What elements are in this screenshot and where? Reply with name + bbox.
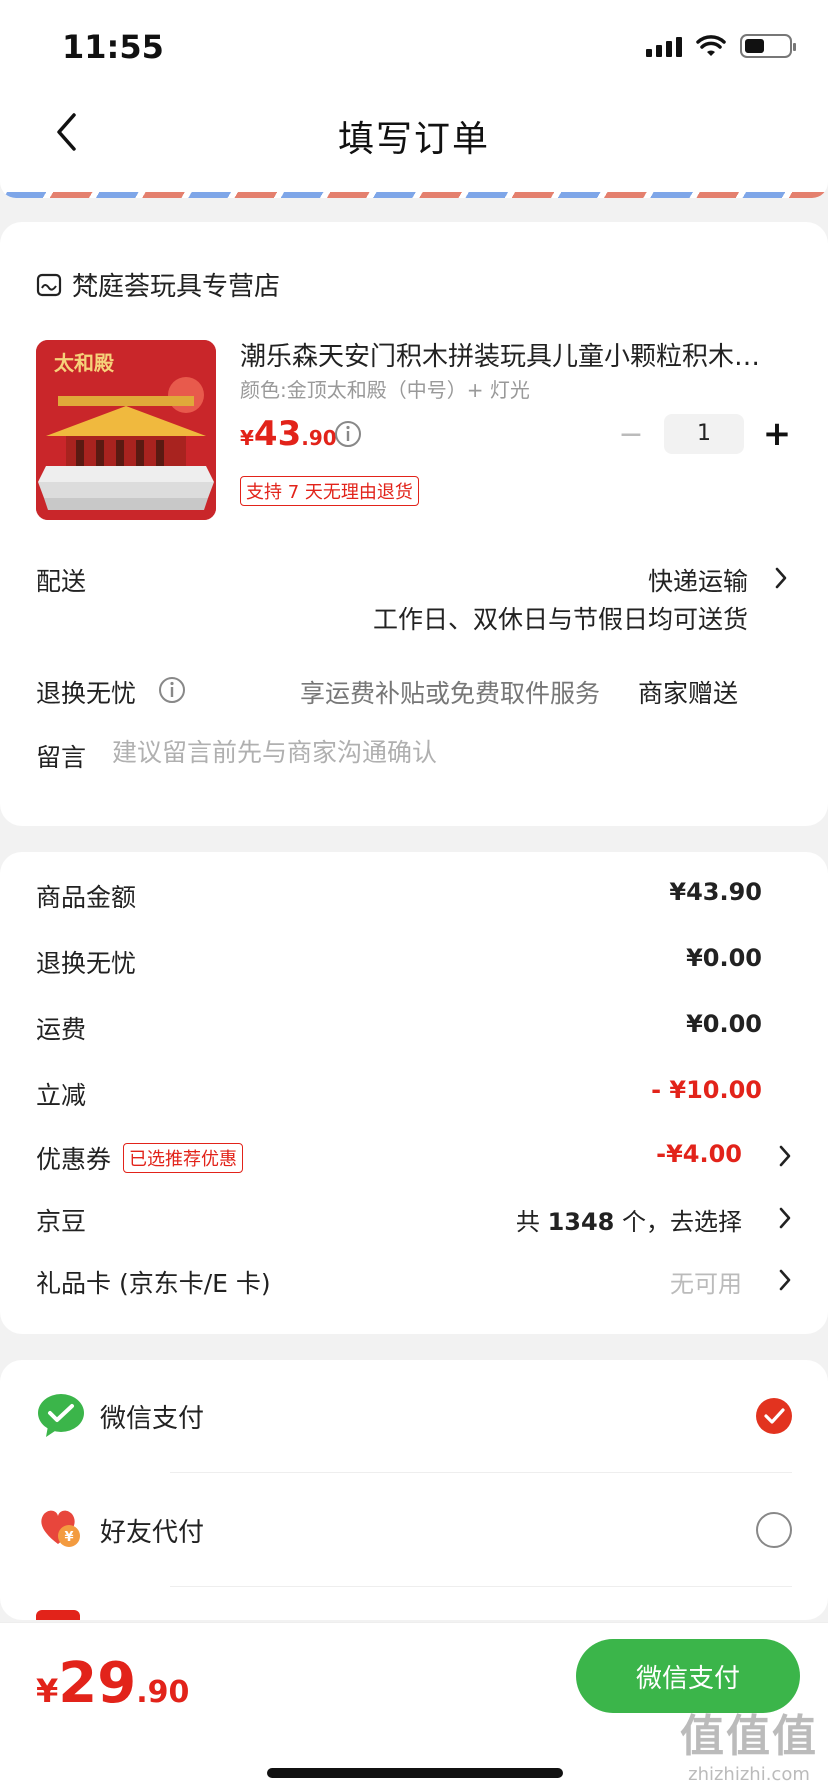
- price-int: 43: [253, 414, 302, 454]
- amount-row-shipping: 运费 ¥0.00: [36, 1010, 792, 1050]
- page-title: 填写订单: [337, 119, 490, 160]
- watermark-sub: zhizhizhi.com: [688, 1764, 810, 1785]
- amount-label: 京豆: [36, 1207, 87, 1236]
- status-time: 11:55: [62, 28, 164, 66]
- divider: [170, 1586, 792, 1587]
- product-price: ¥43.90: [240, 414, 337, 454]
- nav-bar: 填写订单: [0, 92, 828, 182]
- divider: [170, 1472, 792, 1473]
- order-item-card: 梵庭荟玩具专营店 太和殿 潮乐森天安门积木拼装玩具儿童小颗粒积木… 颜色:金顶太…: [0, 222, 828, 826]
- delivery-note: 工作日、双休日与节假日均可送货: [372, 605, 748, 634]
- return-policy-badge: 支持 7 天无理由退货: [240, 476, 419, 506]
- payment-option-friend[interactable]: ¥ 好友代付: [36, 1500, 792, 1560]
- radio-unselected-icon[interactable]: [756, 1512, 792, 1548]
- delivery-chevron-icon[interactable]: [774, 566, 788, 590]
- amount-row-coupon[interactable]: 优惠券 已选推荐优惠 -¥4.00: [36, 1140, 792, 1180]
- amount-value: 共 1348 个，去选择: [516, 1202, 742, 1237]
- product-image[interactable]: 太和殿: [36, 340, 216, 520]
- payment-option-name: 微信支付: [100, 1404, 205, 1434]
- amount-value: ¥0.00: [686, 1010, 762, 1038]
- coupon-label: 优惠券: [36, 1145, 112, 1174]
- beans-count: 1348: [547, 1208, 615, 1236]
- decrease-button[interactable]: −: [616, 417, 646, 452]
- wifi-icon: [696, 35, 726, 56]
- store-icon: [36, 273, 62, 296]
- amount-value: 无可用: [670, 1270, 742, 1298]
- quantity-value[interactable]: 1: [664, 414, 744, 454]
- watermark: 值值值 zhizhizhi.com: [680, 1700, 818, 1785]
- quantity-stepper: − 1 +: [616, 414, 792, 454]
- delivery-method[interactable]: 快递运输: [648, 562, 748, 598]
- payment-option-name: 好友代付: [100, 1518, 205, 1548]
- partial-payment-icon: [36, 1610, 80, 1620]
- coupon-chevron-icon[interactable]: [778, 1144, 792, 1168]
- amount-label: 运费: [36, 1015, 87, 1044]
- amount-label: 立减: [36, 1081, 87, 1110]
- price-dec: .90: [301, 426, 337, 450]
- return-worry-value: 商家赠送: [637, 679, 738, 708]
- svg-text:¥: ¥: [64, 1530, 73, 1545]
- amount-label: 商品金额: [36, 883, 137, 912]
- amount-label: 退换无忧: [36, 949, 137, 978]
- store-link[interactable]: 梵庭荟玩具专营店: [36, 266, 280, 303]
- amount-value: - ¥10.00: [651, 1076, 762, 1104]
- return-info-icon[interactable]: [158, 676, 186, 704]
- status-icons: [646, 34, 796, 58]
- amount-row-discount: 立减 - ¥10.00: [36, 1076, 792, 1116]
- total-symbol: ¥: [36, 1672, 59, 1710]
- image-caption: 太和殿: [54, 351, 115, 375]
- beans-chevron-icon[interactable]: [778, 1206, 792, 1230]
- status-bar: 11:55: [0, 0, 828, 92]
- amount-value: ¥0.00: [686, 944, 762, 972]
- signal-icon: [646, 35, 682, 57]
- amount-row-goods: 商品金额 ¥43.90: [36, 878, 792, 918]
- wechat-pay-icon: [38, 1394, 84, 1437]
- amount-value: ¥43.90: [669, 878, 762, 906]
- payment-method-card: 微信支付 ¥ 好友代付: [0, 1360, 828, 1620]
- home-indicator: [267, 1768, 563, 1778]
- increase-button[interactable]: +: [762, 414, 792, 454]
- amount-row-return: 退换无忧 ¥0.00: [36, 944, 792, 984]
- airmail-border: [0, 182, 828, 198]
- return-worry-label: 退换无忧: [36, 679, 137, 708]
- amount-row-giftcard[interactable]: 礼品卡 (京东卡/E 卡) 无可用: [36, 1264, 792, 1304]
- radio-selected-icon[interactable]: [756, 1398, 792, 1434]
- beans-prefix: 共: [515, 1208, 548, 1236]
- amount-row-beans[interactable]: 京豆 共 1348 个，去选择: [36, 1202, 792, 1242]
- amount-value: -¥4.00: [656, 1140, 742, 1168]
- message-input[interactable]: [112, 738, 792, 767]
- product-spec: 颜色:金顶太和殿（中号）+ 灯光: [240, 378, 530, 402]
- store-name: 梵庭荟玩具专营店: [72, 272, 281, 302]
- friend-pay-icon: ¥: [41, 1510, 80, 1547]
- message-label: 留言: [36, 743, 87, 772]
- total-amount: ¥29.90: [36, 1651, 189, 1716]
- delivery-label: 配送: [36, 567, 87, 596]
- amount-label: 礼品卡 (京东卡/E 卡): [36, 1269, 271, 1298]
- product-title[interactable]: 潮乐森天安门积木拼装玩具儿童小颗粒积木…: [240, 336, 780, 373]
- price-symbol: ¥: [240, 426, 254, 450]
- return-worry-subtitle: 享运费补贴或免费取件服务: [300, 679, 601, 708]
- beans-suffix: 个，去选择: [614, 1208, 742, 1236]
- amount-label: 优惠券 已选推荐优惠: [36, 1140, 244, 1176]
- total-int: 29: [58, 1651, 137, 1716]
- battery-icon: [740, 34, 796, 58]
- watermark-main: 值值值: [680, 1711, 818, 1762]
- price-info-icon[interactable]: [334, 420, 362, 448]
- total-dec: .90: [136, 1675, 190, 1710]
- coupon-badge: 已选推荐优惠: [123, 1143, 244, 1173]
- payment-option-wechat[interactable]: 微信支付: [36, 1386, 792, 1446]
- giftcard-chevron-icon[interactable]: [778, 1268, 792, 1292]
- amount-summary-card: 商品金额 ¥43.90 退换无忧 ¥0.00 运费 ¥0.00 立减 - ¥10…: [0, 852, 828, 1334]
